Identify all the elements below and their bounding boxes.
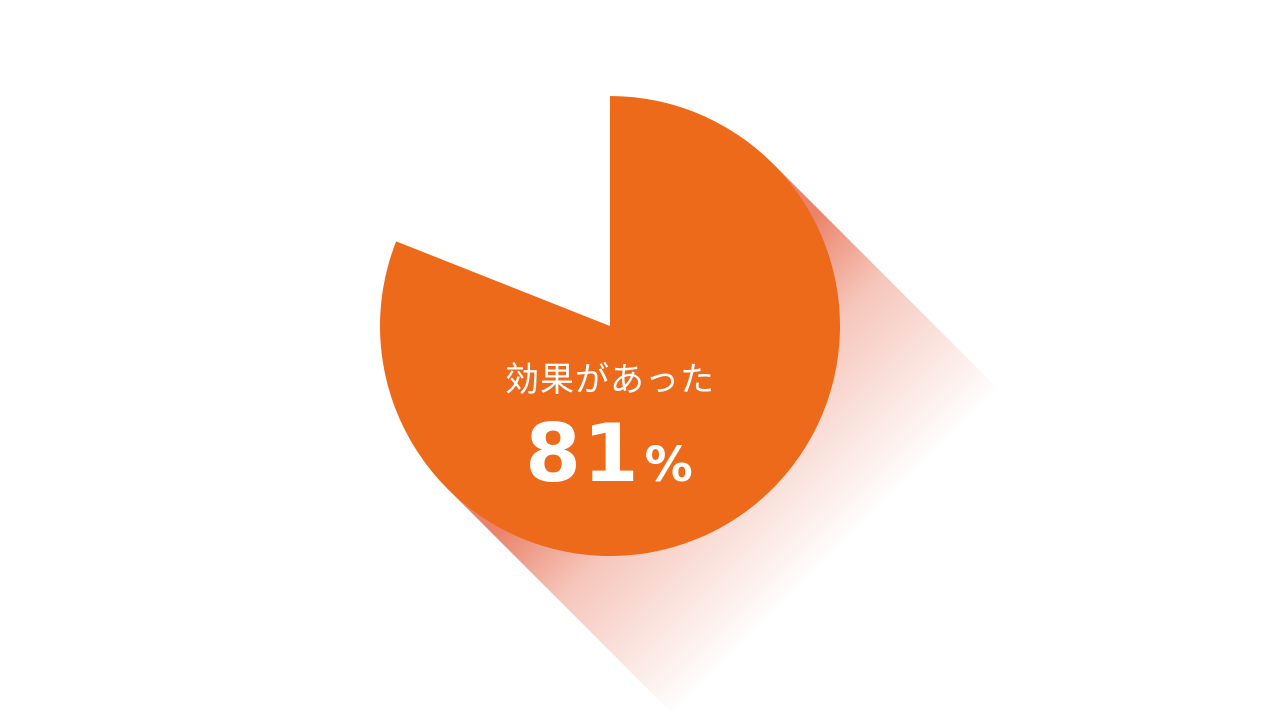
slice-value-label: 81% (490, 408, 730, 511)
slice-category-label: 効果があった (505, 360, 715, 400)
chart-canvas: 効果があった 81% (0, 0, 1280, 720)
slice-value-number: 81 (525, 407, 641, 500)
slice-value-unit: % (644, 437, 695, 493)
